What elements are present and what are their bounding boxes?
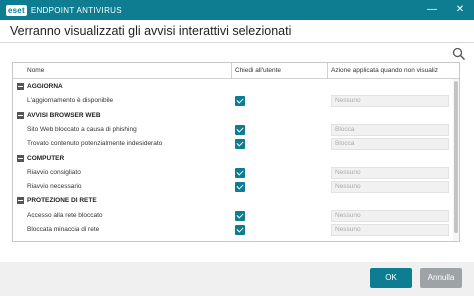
table-row[interactable]: Trovato contenuto potenzialmente indesid… [13,137,453,151]
table-row[interactable]: L'aggiornamento è disponibile Nessuno [13,94,453,108]
alert-name: Trovato contenuto potenzialmente indesid… [27,140,163,148]
table-row[interactable]: Bloccata minaccia di rete Nessuno [13,223,453,237]
close-button[interactable]: ✕ [446,0,474,20]
column-separator[interactable] [327,63,328,79]
group-row[interactable]: AGGIORNA [13,80,453,94]
title-bar: eset ENDPOINT ANTIVIRUS — ✕ [0,0,474,20]
product-name: ENDPOINT ANTIVIRUS [30,5,122,15]
ask-user-checkbox[interactable] [235,96,245,107]
alert-name: Accesso alla rete bloccato [27,211,103,219]
group-title: PROTEZIONE DI RETE [27,197,97,205]
search-icon[interactable] [452,47,466,61]
ask-user-checkbox[interactable] [235,124,245,135]
window-controls: — ✕ [418,0,474,20]
cancel-button[interactable]: Annulla [420,268,462,288]
group-title: AVVISI BROWSER WEB [27,111,101,119]
collapse-icon[interactable] [17,197,24,205]
table-header: Nome Chiedi all'utente Azione applicata … [13,63,459,79]
vertical-scrollbar[interactable] [453,79,459,241]
scrollbar-thumb[interactable] [454,81,458,233]
eset-logo: eset [6,4,27,16]
ask-user-checkbox[interactable] [235,139,245,150]
alert-name: L'aggiornamento è disponibile [27,97,114,105]
group-row[interactable]: COMPUTER [13,152,453,166]
action-select[interactable]: Nessuno [331,166,449,179]
collapse-icon[interactable] [17,111,24,119]
group-title: AGGIORNA [27,83,63,90]
dialog-title: Verranno visualizzati gli avvisi interat… [10,24,292,38]
column-header-name[interactable]: Nome [27,63,44,79]
table-row[interactable]: Riavvio consigliato Nessuno [13,166,453,180]
action-select[interactable]: Blocca [331,123,449,136]
action-select[interactable]: Nessuno [331,95,449,108]
action-select[interactable]: Nessuno [331,224,449,236]
heading-divider [0,42,474,43]
alert-name: Riavvio necessario [27,183,82,191]
ask-user-checkbox[interactable] [235,210,245,221]
ask-user-checkbox[interactable] [235,225,245,235]
ask-user-checkbox[interactable] [235,167,245,178]
table-row[interactable]: Accesso alla rete bloccato Nessuno [13,209,453,223]
column-header-action[interactable]: Azione applicata quando non visualiz [331,63,459,79]
ask-user-checkbox[interactable] [235,182,245,193]
group-row[interactable]: PROTEZIONE DI RETE [13,194,453,208]
alert-name: Bloccata minaccia di rete [27,226,100,233]
action-select[interactable]: Nessuno [331,209,449,222]
group-row[interactable]: AVVISI BROWSER WEB [13,109,453,123]
minimize-button[interactable]: — [418,0,446,20]
column-header-ask[interactable]: Chiedi all'utente [235,63,281,79]
ok-button[interactable]: OK [370,268,412,288]
alert-name: Riavvio consigliato [27,168,81,176]
action-select[interactable]: Nessuno [331,181,449,194]
collapse-icon[interactable] [17,154,24,162]
table-row[interactable]: Sito Web bloccato a causa di phishing Blo… [13,123,453,137]
table-row[interactable]: Riavvio necessario Nessuno [13,180,453,194]
alert-name: Sito Web bloccato a causa di phishing [27,125,137,133]
collapse-icon[interactable] [17,83,24,90]
group-title: COMPUTER [27,154,65,162]
column-separator[interactable] [231,63,232,79]
alerts-table: Nome Chiedi all'utente Azione applicata … [12,62,460,242]
action-select[interactable]: Blocca [331,138,449,151]
